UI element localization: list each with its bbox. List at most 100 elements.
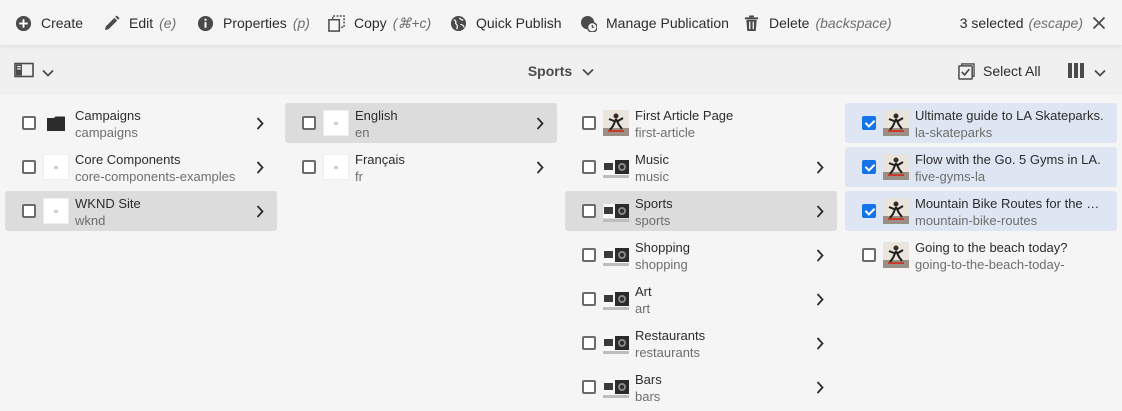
list-item[interactable]: First Article Page first-article [565,103,837,143]
item-title: Restaurants [635,328,706,343]
select-all-icon [958,62,975,80]
item-name: shopping [635,257,688,272]
copy-icon [327,14,345,32]
list-item[interactable]: Bars bars [565,367,837,407]
row-checkbox[interactable] [582,116,596,130]
item-title: Campaigns [75,108,141,123]
edit-button[interactable]: Edit (e) [102,0,176,46]
camera-thumbnail-icon [603,330,629,356]
item-labels: Sports sports [635,195,811,229]
row-checkbox[interactable] [22,160,36,174]
camera-thumbnail-icon [603,198,629,224]
item-title: WKND Site [75,196,141,211]
item-name: sports [635,213,671,228]
item-labels: WKND Site wknd [75,195,251,229]
list-item[interactable]: Art art [565,279,837,319]
item-labels: Flow with the Go. 5 Gyms in LA. five-gym… [915,151,1105,185]
page-thumbnail-icon [43,198,69,224]
row-checkbox[interactable] [582,292,596,306]
action-bar: Create Edit (e) Properties (p) Copy (⌘+c… [0,0,1122,46]
select-all-label: Select All [983,63,1041,79]
item-title: Core Components [75,152,181,167]
list-item-active[interactable]: Sports sports [565,191,837,231]
list-item-selected[interactable]: Mountain Bike Routes for the Mountain Bi… [845,191,1117,231]
item-name: wknd [75,213,106,228]
chevron-right-icon [813,160,827,174]
manage-publication-button[interactable]: Manage Publication [579,0,729,46]
row-checkbox[interactable] [22,204,36,218]
item-title: Art [635,284,652,299]
page-title-dropdown[interactable]: Sports [528,63,594,79]
quick-publish-label: Quick Publish [476,15,562,31]
list-item[interactable]: Going to the beach today? going-to-the-b… [845,235,1117,275]
camera-thumbnail-icon [603,286,629,312]
item-title: Shopping [635,240,690,255]
item-labels: English en [355,107,531,141]
item-labels: Shopping shopping [635,239,811,273]
add-circle-icon [14,14,32,32]
item-title: Sports [635,196,673,211]
chevron-down-icon [42,64,54,82]
item-name: en [355,125,370,140]
row-checkbox-checked[interactable] [862,160,876,174]
pencil-icon [102,14,120,32]
skater-thumbnail-icon [883,110,909,136]
close-icon[interactable] [1092,16,1106,30]
list-item[interactable]: Core Components core-components-examples [5,147,277,187]
delete-button[interactable]: Delete (backspace) [742,0,892,46]
list-item[interactable]: Shopping shopping [565,235,837,275]
column-sections: First Article Page first-article Music m… [560,95,840,411]
list-item-selected[interactable]: Ultimate guide to LA Skateparks. la-skat… [845,103,1117,143]
item-name: mountain-bike-routes [915,213,1038,228]
row-checkbox[interactable] [582,380,596,394]
item-name: core-components-examples [75,169,236,184]
row-checkbox[interactable] [22,116,36,130]
row-checkbox[interactable] [582,248,596,262]
chevron-right-icon [813,248,827,262]
chevron-right-icon [813,380,827,394]
chevron-right-icon [253,160,267,174]
copy-button[interactable]: Copy (⌘+c) [327,0,431,46]
column-sites: Campaigns campaigns Core Components core… [0,95,280,411]
row-checkbox-checked[interactable] [862,116,876,130]
list-item[interactable]: Campaigns campaigns [5,103,277,143]
row-checkbox[interactable] [302,116,316,130]
item-labels: Campaigns campaigns [75,107,251,141]
title-toolbar: Sports Select All [0,47,1122,95]
properties-button[interactable]: Properties (p) [196,0,310,46]
row-checkbox[interactable] [862,248,876,262]
quick-publish-button[interactable]: Quick Publish [449,0,562,46]
create-label: Create [41,15,84,31]
select-all-button[interactable]: Select All [958,47,1041,95]
rail-panel-icon [14,62,34,83]
list-item[interactable]: Français fr [285,147,557,187]
title-wrap: Sports [0,47,1122,95]
item-name: art [635,301,651,316]
item-labels: Bars bars [635,371,811,405]
list-item-selected[interactable]: Flow with the Go. 5 Gyms in LA. five-gym… [845,147,1117,187]
row-checkbox[interactable] [302,160,316,174]
rail-toggle-button[interactable] [14,62,54,83]
item-name: restaurants [635,345,701,360]
delete-shortcut: (backspace) [815,15,892,31]
trash-icon [742,14,760,32]
item-name: music [635,169,669,184]
chevron-down-icon [1094,64,1106,82]
page-thumbnail-icon [43,154,69,180]
list-item-active[interactable]: WKND Site wknd [5,191,277,231]
create-button[interactable]: Create [14,0,83,46]
list-item[interactable]: Music music [565,147,837,187]
chevron-right-icon [533,116,547,130]
row-checkbox[interactable] [582,204,596,218]
skater-thumbnail-icon [883,154,909,180]
row-checkbox-checked[interactable] [862,204,876,218]
list-item-active[interactable]: English en [285,103,557,143]
copy-label: Copy [354,15,387,31]
column-articles: Ultimate guide to LA Skateparks. la-skat… [840,95,1120,411]
row-checkbox[interactable] [582,336,596,350]
row-checkbox[interactable] [582,160,596,174]
list-item[interactable]: Restaurants restaurants [565,323,837,363]
item-name: first-article [635,125,695,140]
view-switcher-button[interactable] [1067,62,1106,84]
page-thumbnail-icon [323,154,349,180]
